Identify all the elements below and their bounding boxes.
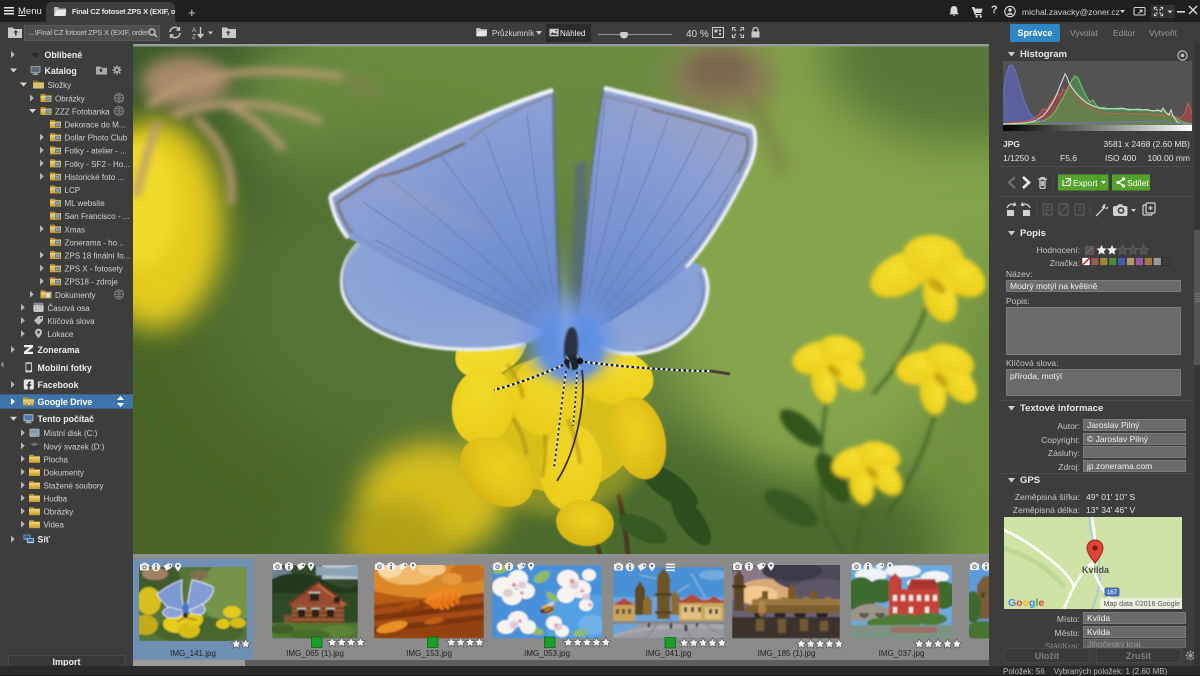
svg-text:Plocha: Plocha — [44, 455, 69, 464]
svg-text:Nový svazek (D:): Nový svazek (D:) — [44, 442, 105, 451]
svg-text:167: 167 — [1107, 590, 1118, 596]
svg-text:ZPS X - fotosety: ZPS X - fotosety — [65, 265, 123, 274]
svg-text:San Francisco - ...: San Francisco - ... — [65, 212, 130, 221]
svg-text:ZPS 18 finální fo...: ZPS 18 finální fo... — [65, 252, 131, 261]
svg-text:Oblíbené: Oblíbené — [45, 50, 83, 60]
svg-text:Dekorace do M...: Dekorace do M... — [65, 121, 126, 130]
svg-text:ML website: ML website — [65, 199, 106, 208]
svg-text:Zonerama: Zonerama — [38, 345, 80, 355]
svg-text:Videa: Videa — [44, 521, 65, 530]
svg-text:Fotky - atelier - ...: Fotky - atelier - ... — [65, 147, 127, 156]
svg-text:Mobilní fotky: Mobilní fotky — [38, 363, 92, 373]
svg-text:Hudba: Hudba — [44, 495, 68, 504]
svg-text:Obrázky: Obrázky — [44, 508, 74, 517]
svg-text:Klíčová slova: Klíčová slova — [48, 317, 96, 326]
svg-text:Tento počítač: Tento počítač — [38, 414, 95, 424]
svg-text:ZPS18 - zdroje: ZPS18 - zdroje — [65, 278, 119, 287]
svg-text:Map data ©2016 Google: Map data ©2016 Google — [1104, 600, 1180, 608]
svg-text:Google Drive: Google Drive — [38, 397, 93, 407]
svg-text:Historické foto ...: Historické foto ... — [65, 173, 125, 182]
svg-text:Kvilda: Kvilda — [1082, 565, 1110, 575]
svg-text:Google: Google — [1008, 597, 1044, 609]
svg-text:Fotky - SF2 - Ho...: Fotky - SF2 - Ho... — [65, 160, 130, 169]
svg-text:Katalog: Katalog — [45, 66, 77, 76]
svg-text:Síť: Síť — [38, 535, 51, 545]
svg-text:Lokace: Lokace — [48, 330, 74, 339]
svg-text:Dokumenty: Dokumenty — [55, 291, 95, 300]
svg-text:Sdílet: Sdílet — [1127, 178, 1149, 188]
svg-text:Zonerama - ho...: Zonerama - ho... — [65, 238, 124, 247]
svg-text:Složky: Složky — [48, 81, 72, 90]
svg-text:Xmas: Xmas — [65, 225, 85, 234]
svg-text:Z: Z — [192, 34, 196, 40]
svg-text:Export: Export — [1073, 178, 1098, 188]
svg-text:Facebook: Facebook — [38, 380, 79, 390]
svg-text:Časová osa: Časová osa — [48, 304, 91, 313]
svg-text:Stažené soubory: Stažené soubory — [44, 482, 104, 491]
svg-text:Obrázky: Obrázky — [55, 95, 85, 104]
svg-text:Místní disk (C:): Místní disk (C:) — [44, 429, 98, 438]
svg-text:Dokumenty: Dokumenty — [44, 468, 84, 477]
svg-text:LCP: LCP — [65, 186, 81, 195]
svg-text:Dollar Photo Club: Dollar Photo Club — [65, 134, 128, 143]
svg-text:ZZZ Fotobanka: ZZZ Fotobanka — [55, 108, 110, 117]
